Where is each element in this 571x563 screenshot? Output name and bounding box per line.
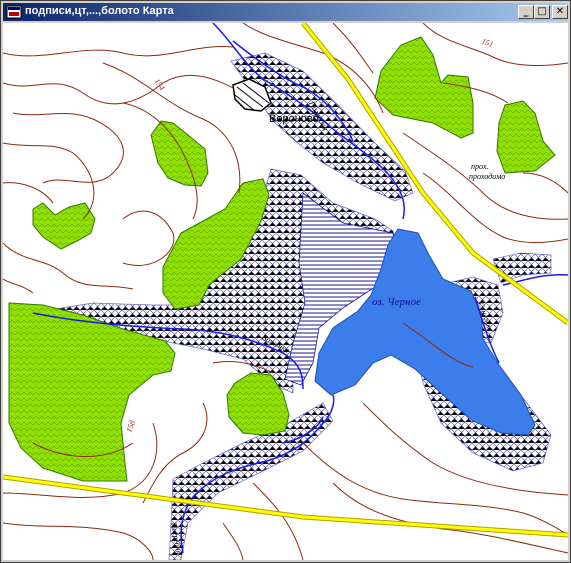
maximize-button[interactable]: □: [534, 5, 550, 19]
close-button[interactable]: ✕: [552, 5, 568, 19]
map-app-icon: [6, 5, 22, 19]
map-canvas[interactable]: Вороново оз. Черное прох. проходимо Погр…: [3, 23, 568, 560]
contour-label-158: 158: [124, 419, 137, 433]
pass-label-line1: прох.: [471, 162, 488, 171]
lake-label: оз. Черное: [372, 296, 421, 308]
village-label: Вороново: [269, 113, 319, 125]
contour-label-151: 151: [480, 36, 494, 49]
pass-label-line2: проходимо: [469, 172, 505, 181]
map-window: подписи,цт,...,болото Карта _ □ ✕ Вороно…: [0, 0, 571, 563]
title-bar[interactable]: подписи,цт,...,болото Карта _ □ ✕: [3, 3, 568, 21]
minimize-button[interactable]: _: [518, 5, 534, 19]
window-title: подписи,цт,...,болото Карта: [25, 5, 174, 17]
map-svg: Вороново оз. Черное прох. проходимо Погр…: [3, 23, 568, 560]
